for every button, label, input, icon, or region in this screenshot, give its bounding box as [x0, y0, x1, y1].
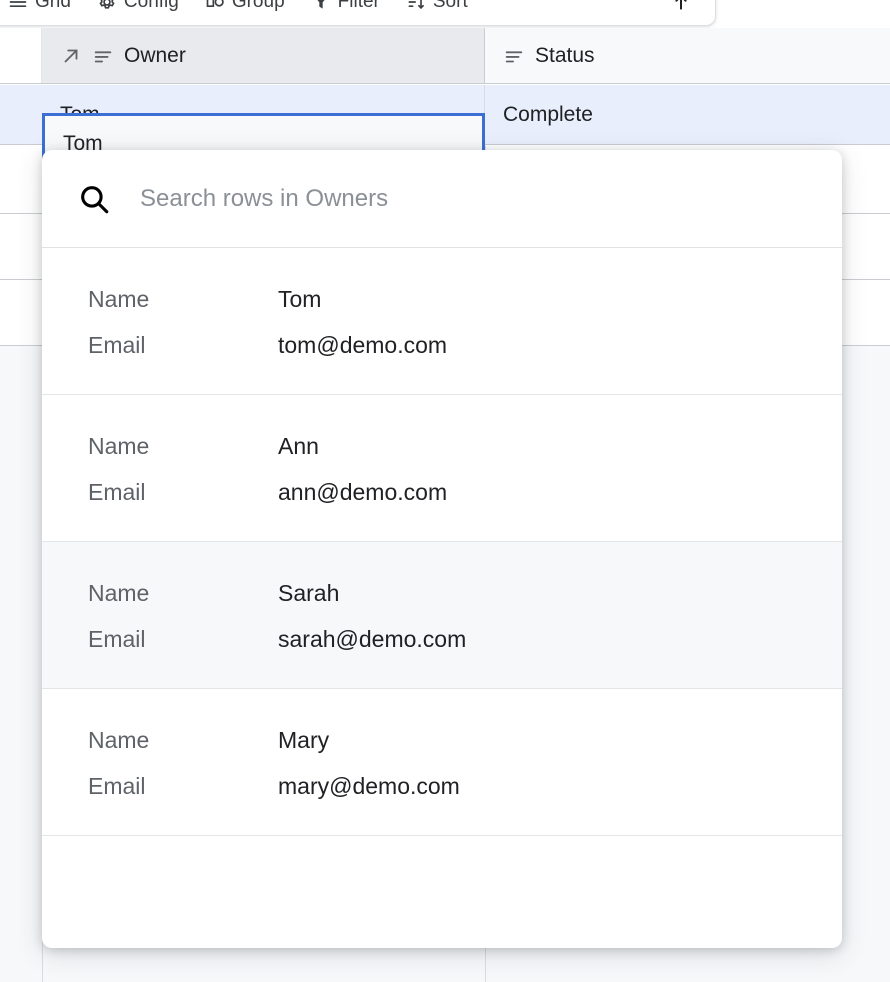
toolbar-item-filter[interactable]: Filter [298, 0, 393, 24]
header-gutter [0, 28, 42, 83]
record-field-email: Email sarah@demo.com [42, 616, 842, 662]
toolbar-item-group[interactable]: Group [192, 0, 298, 24]
column-header-owner-label: Owner [124, 44, 186, 68]
link-arrow-icon [60, 45, 82, 67]
record-field-name: Name Tom [42, 276, 842, 322]
toolbar-item-group-label: Group [232, 0, 285, 13]
toolbar-item-grid-label: Grid [35, 0, 71, 13]
field-value-email: mary@demo.com [278, 773, 460, 800]
toolbar-item-sort[interactable]: Sort [393, 0, 481, 24]
row-gutter [0, 85, 42, 144]
toolbar-clip: Grid Config Group [0, 0, 890, 28]
cell-status[interactable]: Complete [485, 85, 890, 145]
list-item[interactable]: Name Tom Email tom@demo.com [42, 248, 842, 395]
app-root: Owner Status Tom Complete [0, 0, 890, 982]
toolbar-item-config-label: Config [124, 0, 179, 13]
popup-footer [42, 836, 842, 936]
field-label-name: Name [88, 286, 278, 313]
field-label-email: Email [88, 626, 278, 653]
field-label-email: Email [88, 479, 278, 506]
field-value-email: tom@demo.com [278, 332, 447, 359]
record-field-name: Name Sarah [42, 570, 842, 616]
field-label-name: Name [88, 727, 278, 754]
toolbar-item-sort-label: Sort [433, 0, 468, 13]
toolbar-item-grid[interactable]: Grid [0, 0, 84, 24]
record-field-email: Email mary@demo.com [42, 763, 842, 809]
column-header-status[interactable]: Status [485, 28, 890, 83]
record-field-email: Email tom@demo.com [42, 322, 842, 368]
toolbar-item-filter-label: Filter [338, 0, 380, 13]
filter-icon [311, 0, 331, 12]
gear-icon [97, 0, 117, 12]
popup-search-bar [42, 150, 842, 248]
record-field-name: Name Ann [42, 423, 842, 469]
field-label-name: Name [88, 433, 278, 460]
search-input[interactable] [140, 185, 808, 213]
record-field-email: Email ann@demo.com [42, 469, 842, 515]
list-item[interactable]: Name Mary Email mary@demo.com [42, 689, 842, 836]
field-value-name: Sarah [278, 580, 339, 607]
text-lines-icon [503, 45, 525, 67]
record-field-name: Name Mary [42, 717, 842, 763]
field-value-name: Ann [278, 433, 319, 460]
sort-icon [406, 0, 426, 12]
view-toolbar: Grid Config Group [0, 0, 716, 26]
list-item[interactable]: Name Ann Email ann@demo.com [42, 395, 842, 542]
toolbar-item-config[interactable]: Config [84, 0, 192, 24]
grid-lines-icon [8, 0, 28, 12]
field-label-email: Email [88, 332, 278, 359]
field-value-email: sarah@demo.com [278, 626, 466, 653]
column-header-owner[interactable]: Owner [42, 28, 485, 83]
field-label-email: Email [88, 773, 278, 800]
field-label-name: Name [88, 580, 278, 607]
record-picker-popup: Name Tom Email tom@demo.com Name Ann Ema… [42, 150, 842, 948]
field-value-name: Mary [278, 727, 329, 754]
search-icon [76, 181, 112, 217]
column-header-status-label: Status [535, 44, 595, 68]
list-item[interactable]: Name Sarah Email sarah@demo.com [42, 542, 842, 689]
group-icon [205, 0, 225, 12]
text-lines-icon [92, 45, 114, 67]
grid-header-row: Owner Status [0, 28, 890, 84]
field-value-email: ann@demo.com [278, 479, 447, 506]
arrow-up-icon[interactable] [661, 0, 701, 13]
field-value-name: Tom [278, 286, 321, 313]
